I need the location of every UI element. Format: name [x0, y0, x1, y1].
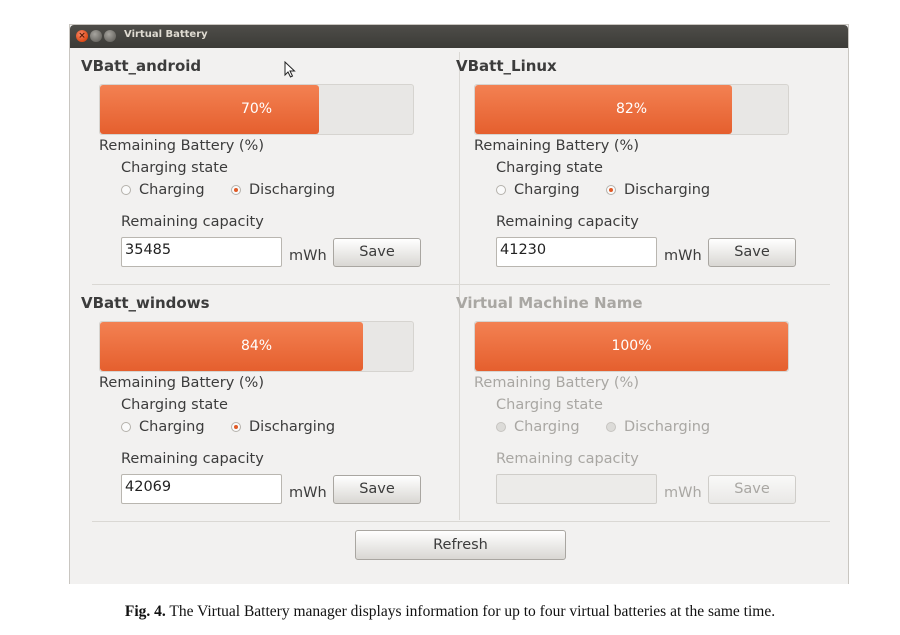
- charging-state-label: Charging state: [496, 160, 603, 176]
- charging-radio-label: Charging: [139, 419, 205, 435]
- radio-circle-icon: [231, 422, 241, 432]
- remaining-battery-label: Remaining Battery (%): [474, 138, 639, 154]
- charging-radio-label: Charging: [139, 182, 205, 198]
- radio-circle-icon: [606, 422, 616, 432]
- battery-name: Virtual Machine Name: [456, 294, 643, 312]
- save-button: Save: [708, 475, 796, 504]
- discharging-radio-label: Discharging: [249, 419, 336, 435]
- window-title: Virtual Battery: [124, 29, 208, 40]
- remaining-battery-label: Remaining Battery (%): [474, 375, 639, 391]
- discharging-radio-label: Discharging: [624, 419, 711, 435]
- charging-radio[interactable]: Charging: [121, 419, 205, 435]
- title-bar: × Virtual Battery: [70, 25, 848, 48]
- save-button[interactable]: Save: [708, 238, 796, 267]
- battery-level-label: 70%: [240, 101, 273, 117]
- capacity-input[interactable]: 41230: [496, 237, 657, 267]
- radio-circle-icon: [606, 185, 616, 195]
- battery-panel-android: VBatt_android 70% Remaining Battery (%) …: [80, 52, 425, 292]
- remaining-battery-label: Remaining Battery (%): [99, 375, 264, 391]
- refresh-button[interactable]: Refresh: [355, 530, 566, 560]
- remaining-capacity-label: Remaining capacity: [496, 451, 639, 467]
- radio-circle-icon: [231, 185, 241, 195]
- battery-level-label: 100%: [611, 338, 652, 354]
- capacity-input[interactable]: 35485: [121, 237, 282, 267]
- caption-label: Fig. 4.: [124, 603, 166, 620]
- radio-circle-icon: [496, 185, 506, 195]
- remaining-capacity-label: Remaining capacity: [496, 214, 639, 230]
- battery-level-label: 82%: [615, 101, 648, 117]
- capacity-unit: mWh: [289, 485, 327, 501]
- discharging-radio[interactable]: Discharging: [231, 419, 335, 435]
- charging-radio: Charging: [496, 419, 580, 435]
- charging-state-label: Charging state: [121, 397, 228, 413]
- capacity-unit: mWh: [289, 248, 327, 264]
- close-window-icon[interactable]: ×: [76, 30, 88, 42]
- battery-level-bar: 70%: [99, 84, 414, 135]
- charging-state-label: Charging state: [121, 160, 228, 176]
- maximize-window-icon[interactable]: [104, 30, 116, 42]
- battery-name: VBatt_windows: [81, 294, 210, 312]
- figure-caption: Fig. 4. The Virtual Battery manager disp…: [0, 603, 900, 621]
- battery-name: VBatt_Linux: [456, 57, 557, 75]
- discharging-radio-label: Discharging: [249, 182, 336, 198]
- radio-circle-icon: [121, 185, 131, 195]
- capacity-input[interactable]: 42069: [121, 474, 282, 504]
- minimize-window-icon[interactable]: [90, 30, 102, 42]
- discharging-radio: Discharging: [606, 419, 710, 435]
- caption-text: The Virtual Battery manager displays inf…: [169, 603, 776, 620]
- save-button[interactable]: Save: [333, 475, 421, 504]
- charging-state-label: Charging state: [496, 397, 603, 413]
- radio-circle-icon: [121, 422, 131, 432]
- discharging-radio[interactable]: Discharging: [231, 182, 335, 198]
- battery-level-label: 84%: [240, 338, 273, 354]
- battery-level-bar: 82%: [474, 84, 789, 135]
- save-button[interactable]: Save: [333, 238, 421, 267]
- battery-level-bar: 84%: [99, 321, 414, 372]
- remaining-capacity-label: Remaining capacity: [121, 451, 264, 467]
- remaining-capacity-label: Remaining capacity: [121, 214, 264, 230]
- charging-radio[interactable]: Charging: [496, 182, 580, 198]
- capacity-unit: mWh: [664, 485, 702, 501]
- charging-radio-label: Charging: [514, 182, 580, 198]
- battery-panel-windows: VBatt_windows 84% Remaining Battery (%) …: [80, 289, 425, 529]
- battery-panel-unassigned: Virtual Machine Name 100% Remaining Batt…: [455, 289, 800, 529]
- capacity-input: [496, 474, 657, 504]
- charging-radio-label: Charging: [514, 419, 580, 435]
- discharging-radio[interactable]: Discharging: [606, 182, 710, 198]
- remaining-battery-label: Remaining Battery (%): [99, 138, 264, 154]
- battery-panel-linux: VBatt_Linux 82% Remaining Battery (%) Ch…: [455, 52, 800, 292]
- radio-circle-icon: [496, 422, 506, 432]
- capacity-unit: mWh: [664, 248, 702, 264]
- discharging-radio-label: Discharging: [624, 182, 711, 198]
- battery-level-bar: 100%: [474, 321, 789, 372]
- battery-name: VBatt_android: [81, 57, 202, 75]
- charging-radio[interactable]: Charging: [121, 182, 205, 198]
